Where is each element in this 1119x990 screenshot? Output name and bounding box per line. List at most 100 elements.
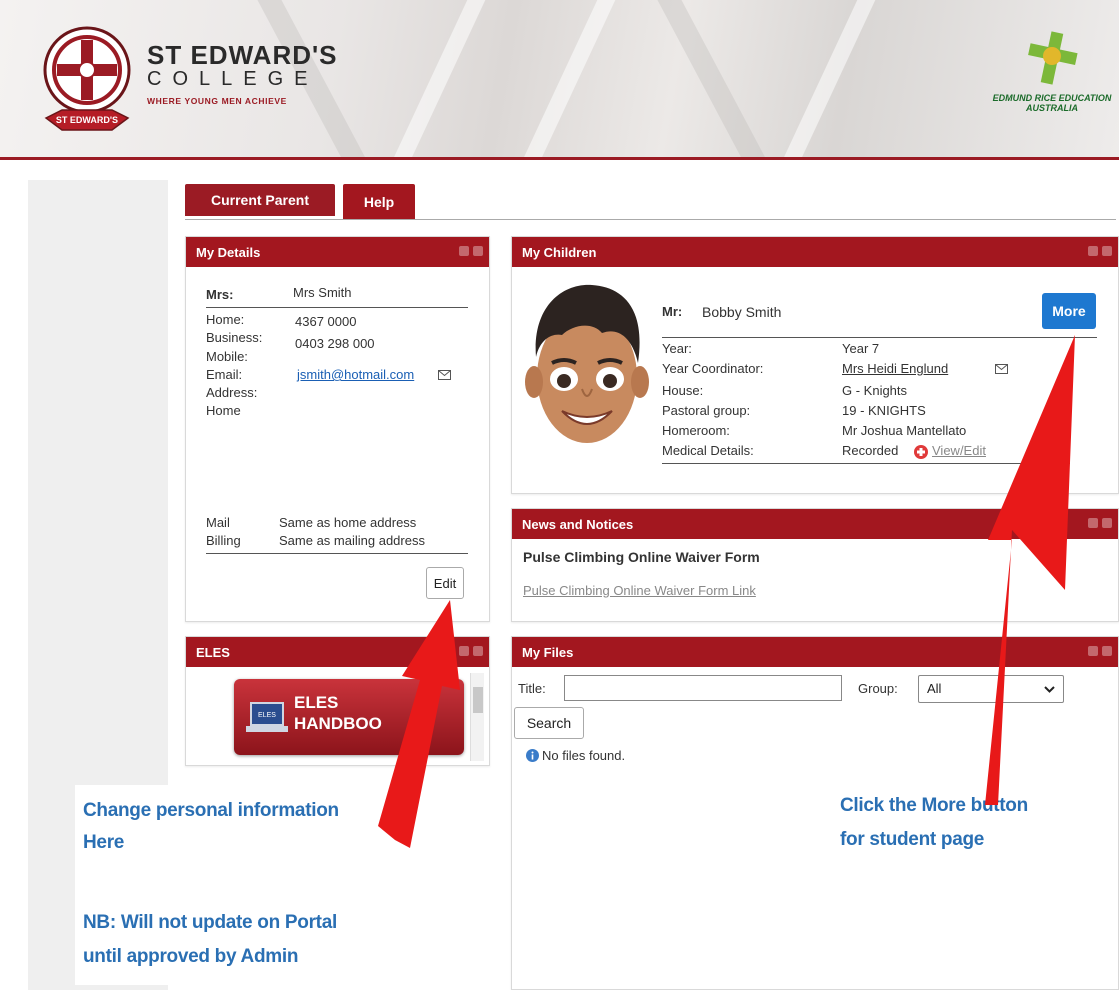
my-children-header: My Children: [512, 237, 1118, 267]
minimize-icon[interactable]: [473, 646, 483, 656]
eles-header: ELES: [186, 637, 489, 667]
info-icon: [526, 749, 539, 762]
eles-banner-line2: HANDBOO: [294, 714, 382, 733]
refresh-icon[interactable]: [1088, 518, 1098, 528]
laptop-icon: ELES: [246, 702, 288, 732]
minimize-icon[interactable]: [1102, 646, 1112, 656]
my-files-title: My Files: [522, 644, 574, 660]
news-headline: Pulse Climbing Online Waiver Form: [523, 549, 760, 565]
medical-view-edit-link[interactable]: View/Edit: [932, 443, 986, 458]
svg-text:ELES: ELES: [258, 712, 276, 719]
scrollbar-thumb[interactable]: [473, 687, 483, 713]
medical-cross-icon: [914, 445, 928, 459]
college-name-line1: ST EDWARD'S: [147, 40, 338, 70]
files-title-label: Title:: [518, 681, 546, 696]
callout-left-line2: Here: [83, 832, 125, 853]
mobile-label: Mobile:: [206, 349, 248, 364]
child-row-label: Pastoral group:: [662, 403, 751, 418]
erea-line1: EDMUND RICE EDUCATION: [992, 93, 1112, 103]
more-button[interactable]: More: [1042, 293, 1096, 329]
my-files-header: My Files: [512, 637, 1118, 667]
callout-box-left: Change personal information Here NB: Wil…: [75, 785, 390, 985]
college-tagline: WHERE YOUNG MEN ACHIEVE: [147, 96, 287, 106]
files-title-input[interactable]: [564, 675, 842, 701]
eles-title: ELES: [196, 644, 230, 660]
files-search-button[interactable]: Search: [514, 707, 584, 739]
edit-button[interactable]: Edit: [426, 567, 464, 599]
child-row-label: Year:: [662, 341, 692, 356]
business-label: Business:: [206, 330, 263, 345]
eles-banner-line1: ELES: [294, 693, 339, 712]
no-files-message: No files found.: [542, 748, 626, 763]
child-row-label: House:: [662, 383, 704, 398]
tab-current-parent[interactable]: Current Parent: [185, 184, 335, 219]
refresh-icon[interactable]: [1088, 246, 1098, 256]
child-avatar: [525, 284, 649, 443]
mail-icon[interactable]: [995, 364, 1008, 374]
news-panel: News and Notices Pulse Climbing Online W…: [511, 508, 1119, 622]
minimize-icon[interactable]: [1102, 518, 1112, 528]
home-phone: 4367 0000: [295, 314, 357, 329]
my-details-header: My Details: [186, 237, 489, 267]
minimize-icon[interactable]: [473, 246, 483, 256]
callout-right-line2: for student page: [840, 829, 985, 850]
erea-logo: EDMUND RICE EDUCATION AUSTRALIA: [985, 28, 1119, 113]
refresh-icon[interactable]: [1088, 646, 1098, 656]
college-name: ST EDWARD'S COLLEGE WHERE YOUNG MEN ACHI…: [147, 42, 338, 106]
child-row-value: Recorded: [842, 443, 899, 458]
child-row-value: Year 7: [842, 341, 880, 356]
my-children-title: My Children: [522, 244, 597, 260]
callout-left-line3: NB: Will not update on Portal: [83, 912, 337, 933]
svg-text:ST EDWARD'S: ST EDWARD'S: [56, 115, 118, 125]
my-children-panel: My Children Mr: Bobby Smith More Year: Y…: [511, 236, 1119, 494]
child-row-label: Year Coordinator:: [662, 361, 764, 376]
child-row-value: Mr Joshua Mantellato: [842, 423, 967, 438]
email-label: Email:: [206, 367, 243, 382]
business-phone: 0403 298 000: [295, 336, 375, 351]
billing-label: Billing: [206, 533, 241, 548]
email-link[interactable]: jsmith@hotmail.com: [297, 367, 414, 382]
tab-bar: Current Parent Help: [185, 184, 1116, 220]
files-group-label: Group:: [858, 681, 898, 696]
child-row-value: G - Knights: [842, 383, 908, 398]
address-label: Address:: [206, 385, 258, 400]
files-group-value: All: [927, 681, 942, 696]
site-header: ST EDWARD'S ST EDWARD'S COLLEGE WHERE YO…: [0, 0, 1119, 160]
callout-left-line4: until approved by Admin: [83, 946, 299, 967]
coordinator-link[interactable]: Mrs Heidi Englund: [842, 361, 948, 376]
mail-address: Same as home address: [279, 515, 417, 530]
my-details-title: My Details: [196, 244, 261, 260]
child-row-label: Homeroom:: [662, 423, 730, 438]
divider: [206, 307, 468, 308]
title-label: Mrs:: [206, 287, 234, 302]
refresh-icon[interactable]: [459, 246, 469, 256]
mail-label: Mail: [206, 515, 230, 530]
chevron-down-icon: [1044, 686, 1055, 693]
refresh-icon[interactable]: [459, 646, 469, 656]
child-row-value: 19 - KNIGHTS: [842, 403, 926, 418]
callout-left-line1: Change personal information: [83, 800, 339, 821]
minimize-icon[interactable]: [1102, 246, 1112, 256]
divider: [662, 337, 1097, 338]
news-title: News and Notices: [522, 516, 634, 532]
child-name: Bobby Smith: [702, 304, 782, 320]
callout-right-line1: Click the More button: [840, 795, 1028, 816]
files-group-select[interactable]: All: [918, 675, 1064, 703]
eles-handbook-banner[interactable]: ELES ELES HANDBOO: [234, 679, 464, 755]
eles-scrollbar[interactable]: [470, 673, 484, 761]
child-row-label: Medical Details:: [662, 443, 754, 458]
eles-panel: ELES ELES ELES HANDBOO: [185, 636, 490, 766]
parent-name: Mrs Smith: [293, 285, 352, 300]
home-label: Home:: [206, 312, 245, 327]
address-home-label: Home: [206, 403, 241, 418]
billing-address: Same as mailing address: [279, 533, 425, 548]
erea-cross-icon: [1028, 31, 1078, 85]
news-header: News and Notices: [512, 509, 1118, 539]
erea-line2: AUSTRALIA: [1026, 103, 1078, 113]
news-waiver-link[interactable]: Pulse Climbing Online Waiver Form Link: [523, 583, 756, 598]
tab-help[interactable]: Help: [343, 184, 415, 219]
divider: [206, 553, 468, 554]
college-crest-logo: ST EDWARD'S: [43, 26, 131, 131]
mail-icon[interactable]: [438, 370, 451, 380]
college-name-line2: COLLEGE: [147, 68, 319, 90]
